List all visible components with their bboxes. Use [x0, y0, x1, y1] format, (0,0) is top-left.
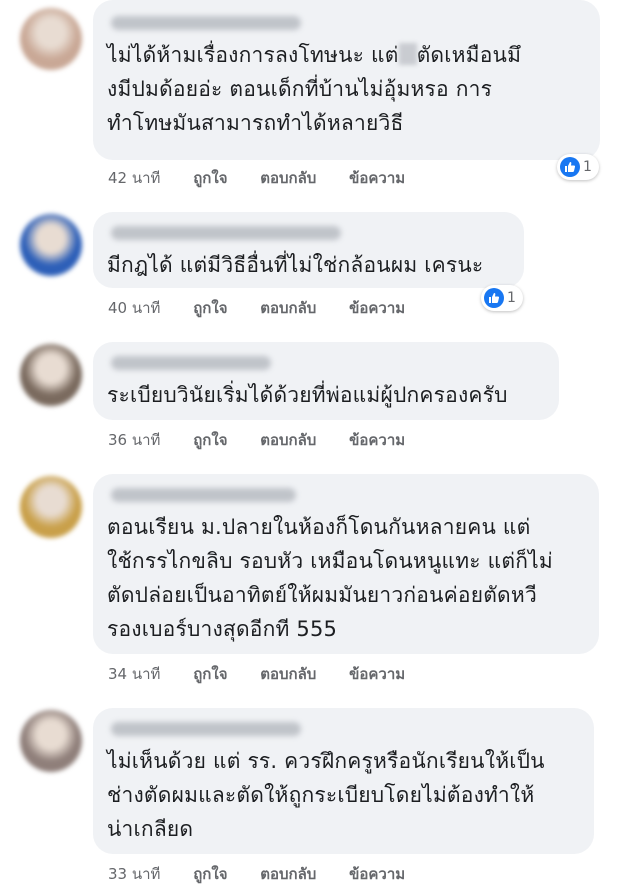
like-reaction-icon [560, 157, 580, 177]
author-name-blurred[interactable] [111, 722, 301, 736]
comment-text-line: ตัดปล่อยเป็นอาทิตย์ให้ผมมันยาวก่อนค่อยตั… [107, 583, 537, 607]
like-button[interactable]: ถูกใจ [193, 865, 227, 883]
timestamp[interactable]: 33 นาที [108, 865, 160, 883]
reaction-number: 1 [507, 290, 516, 306]
author-name-blurred[interactable] [111, 16, 301, 30]
comment-bubble: มีกฎได้ แต่มีวิธีอื่นที่ไม่ใช่กล้อนผม เค… [93, 212, 524, 288]
reply-button[interactable]: ตอบกลับ [260, 865, 316, 883]
comment-text-line: ไม่ได้ห้ามเรื่องการลงโทษนะ แต่ ตัดเหมือนม… [107, 43, 522, 67]
message-button[interactable]: ข้อความ [349, 865, 405, 883]
avatar[interactable] [20, 214, 82, 276]
timestamp[interactable]: 36 นาที [108, 431, 160, 449]
timestamp[interactable]: 34 นาที [108, 665, 160, 683]
comment-text-line: น่าเกลียด [107, 817, 194, 841]
comment-text-line: งมีปมด้อยอ่ะ ตอนเด็กที่บ้านไม่อุ้มหรอ กา… [107, 77, 493, 101]
message-button[interactable]: ข้อความ [349, 299, 405, 317]
comment-text-line: มีกฎได้ แต่มีวิธีอื่นที่ไม่ใช่กล้อนผม เค… [107, 253, 484, 277]
reaction-count[interactable]: 1 [481, 285, 523, 311]
like-button[interactable]: ถูกใจ [193, 169, 227, 187]
comment-actions: 36 นาที ถูกใจ ตอบกลับ ข้อความ [108, 428, 433, 452]
reply-button[interactable]: ตอบกลับ [260, 431, 316, 449]
comment-text-line: ทำโทษมันสามารถทำได้หลายวิธี [107, 111, 404, 135]
comment-text-line: รองเบอร์บางสุดอีกที 555 [107, 617, 338, 641]
comment-bubble: ระเบียบวินัยเริ่มได้ด้วยที่พ่อแม่ผู้ปกคร… [93, 342, 559, 420]
reply-button[interactable]: ตอบกลับ [260, 665, 316, 683]
avatar[interactable] [20, 476, 82, 538]
author-name-blurred[interactable] [111, 226, 341, 240]
message-button[interactable]: ข้อความ [349, 169, 405, 187]
comment-actions: 33 นาที ถูกใจ ตอบกลับ ข้อความ [108, 862, 433, 886]
avatar[interactable] [20, 8, 82, 70]
reaction-count[interactable]: 1 [557, 154, 599, 180]
censored-word [398, 43, 417, 65]
avatar[interactable] [20, 710, 82, 772]
comment-bubble: ไม่เห็นด้วย แต่ รร. ควรฝึกครูหรือนักเรีย… [93, 708, 594, 854]
like-reaction-icon [484, 288, 504, 308]
comment-text-line: ตอนเรียน ม.ปลายในห้องก็โดนกันหลายคน แต่ [107, 515, 531, 539]
reply-button[interactable]: ตอบกลับ [260, 299, 316, 317]
comment-text-line: ช่างตัดผมและตัดให้ถูกระเบียบโดยไม่ต้องทำ… [107, 783, 535, 807]
comment-bubble: ไม่ได้ห้ามเรื่องการลงโทษนะ แต่ ตัดเหมือนม… [93, 0, 600, 160]
comment-actions: 34 นาที ถูกใจ ตอบกลับ ข้อความ [108, 662, 433, 686]
author-name-blurred[interactable] [111, 488, 296, 502]
like-button[interactable]: ถูกใจ [193, 431, 227, 449]
avatar[interactable] [20, 344, 82, 406]
timestamp[interactable]: 40 นาที [108, 299, 160, 317]
comment-actions: 40 นาที ถูกใจ ตอบกลับ ข้อความ [108, 296, 433, 320]
message-button[interactable]: ข้อความ [349, 665, 405, 683]
author-name-blurred[interactable] [111, 356, 271, 370]
comment-text-line: ไม่เห็นด้วย แต่ รร. ควรฝึกครูหรือนักเรีย… [107, 749, 545, 773]
message-button[interactable]: ข้อความ [349, 431, 405, 449]
comment-text-line: ระเบียบวินัยเริ่มได้ด้วยที่พ่อแม่ผู้ปกคร… [107, 383, 508, 407]
reply-button[interactable]: ตอบกลับ [260, 169, 316, 187]
timestamp[interactable]: 42 นาที [108, 169, 160, 187]
like-button[interactable]: ถูกใจ [193, 665, 227, 683]
comment-bubble: ตอนเรียน ม.ปลายในห้องก็โดนกันหลายคน แต่ … [93, 474, 599, 654]
comment-text-line: ใช้กรรไกขลิบ รอบหัว เหมือนโดนหนูแทะ แต่ก… [107, 549, 553, 573]
like-button[interactable]: ถูกใจ [193, 299, 227, 317]
reaction-number: 1 [583, 159, 592, 175]
comment-actions: 42 นาที ถูกใจ ตอบกลับ ข้อความ [108, 166, 433, 190]
